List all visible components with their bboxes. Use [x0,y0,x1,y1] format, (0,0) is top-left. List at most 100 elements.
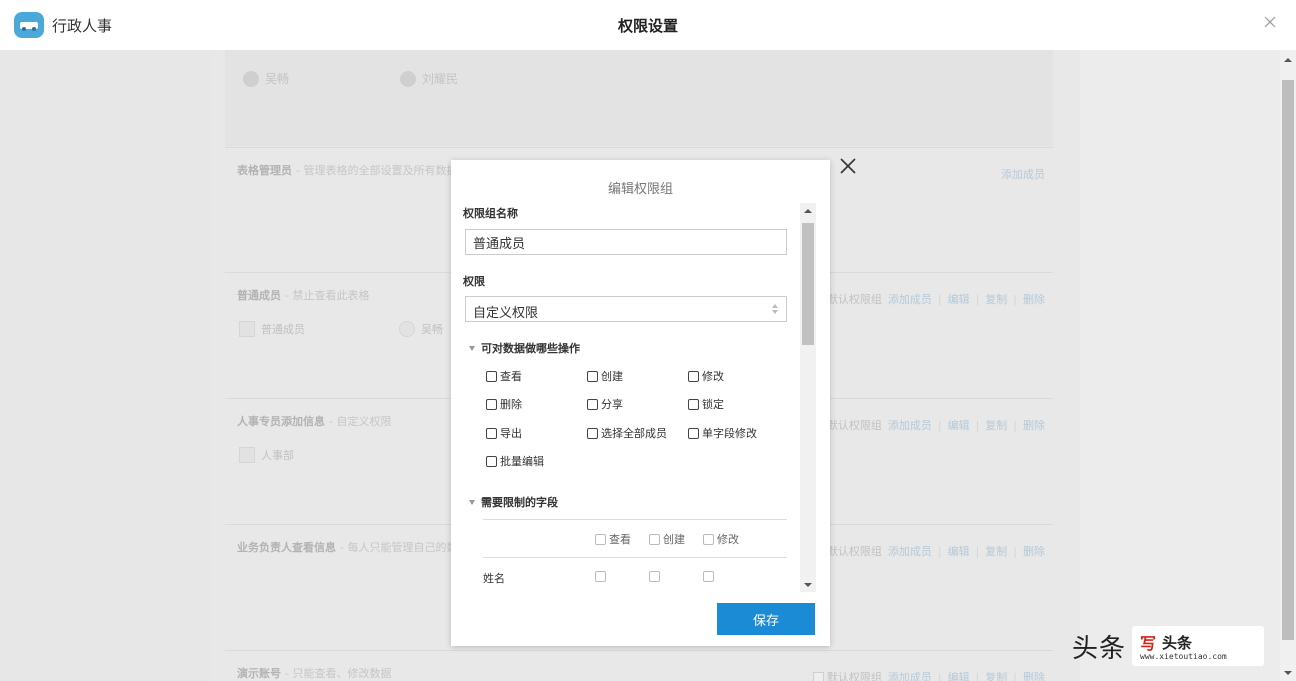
edit-link[interactable]: 编辑 [948,543,970,559]
delete-link[interactable]: 删除 [1023,543,1045,559]
dialog-title: 编辑权限组 [607,182,673,197]
avatar [400,70,416,87]
checkbox-label: 创建 [601,370,623,383]
scroll-thumb[interactable] [1282,80,1294,640]
delete-link[interactable]: 删除 [1023,291,1045,307]
edit-link[interactable]: 编辑 [948,669,970,681]
divider: | [1013,544,1017,558]
avatar [243,70,259,87]
group-desc: - 自定义权限 [329,415,392,428]
group-name-label: 权限组名称 [463,207,518,220]
group-heading: 人事专员添加信息 - 自定义权限 [237,413,391,429]
operations-section-toggle[interactable]: 可对数据做哪些操作 [469,340,580,356]
default-group-label: 默认权限组 [826,419,882,432]
scroll-thumb[interactable] [802,223,814,345]
watermark-site: www.xietoutiao.com [1140,652,1227,661]
divider [483,519,787,520]
checkbox-icon [688,370,699,382]
group-name-input[interactable] [465,229,787,255]
op-delete-checkbox[interactable]: 删除 [486,396,522,412]
member-icon [239,447,255,463]
member-strip: 吴畅 刘耀民 [225,50,1053,146]
op-single-field-edit-checkbox[interactable]: 单字段修改 [688,425,757,441]
op-lock-checkbox[interactable]: 锁定 [688,396,724,412]
group-member[interactable]: 人事部 [239,447,294,463]
group-actions: 默认权限组 添加成员 | 编辑 | 复制 | 删除 [812,417,1045,433]
add-member-link[interactable]: 添加成员 [888,543,932,559]
op-share-checkbox[interactable]: 分享 [587,396,623,412]
divider: | [1013,292,1017,306]
divider: | [937,544,942,558]
scroll-up-icon[interactable] [804,209,812,213]
column-header: 查看 [609,533,631,546]
add-member-link[interactable]: 添加成员 [888,417,932,433]
column-header: 创建 [663,533,685,546]
op-create-checkbox[interactable]: 创建 [587,368,623,384]
member-item[interactable]: 吴畅 [243,70,289,87]
group-member[interactable]: 吴畅 [399,321,443,337]
member-icon [239,321,255,337]
add-member-link[interactable]: 添加成员 [888,669,932,681]
group-desc: - 每人只能管理自己的数据 [340,541,469,554]
operations-section-title: 可对数据做哪些操作 [481,342,580,355]
watermark: 头条 写 头条 www.xietoutiao.com [1072,626,1265,666]
edit-link[interactable]: 编辑 [948,291,970,307]
scroll-down-icon[interactable] [1284,671,1292,675]
divider: | [975,670,980,681]
fields-section-toggle[interactable]: 需要限制的字段 [469,494,558,510]
copy-link[interactable]: 复制 [985,291,1007,307]
field-create-checkbox[interactable] [649,571,660,582]
member-name: 吴畅 [265,72,290,86]
group-name: 表格管理员 [237,164,292,177]
column-edit-checkbox[interactable]: 修改 [703,531,739,547]
checkbox-icon [486,398,497,410]
group-member[interactable]: 普通成员 [239,321,305,337]
group-actions: 默认权限组 添加成员 | 编辑 | 复制 | 删除 [812,291,1045,307]
delete-link[interactable]: 删除 [1023,669,1045,681]
member-item[interactable]: 刘耀民 [400,70,458,87]
checkbox-icon [587,398,598,410]
copy-link[interactable]: 复制 [985,543,1007,559]
edit-link[interactable]: 编辑 [948,417,970,433]
default-group-checkbox[interactable]: 默认权限组 [812,669,882,681]
field-permission-table: 查看 创建 修改 姓名 [483,519,787,593]
fields-section-title: 需要限制的字段 [481,496,558,509]
scroll-up-icon[interactable] [1284,58,1292,62]
permission-select[interactable]: 自定义权限 [465,296,787,322]
delete-link[interactable]: 删除 [1023,417,1045,433]
op-select-all-members-checkbox[interactable]: 选择全部成员 [587,425,667,441]
checkbox-label: 分享 [601,398,623,411]
scroll-down-icon[interactable] [804,583,812,587]
checkbox-icon [595,533,606,545]
close-icon[interactable] [838,156,858,176]
top-bar: 行政人事 权限设置 [0,0,1296,50]
caret-down-icon [469,499,475,505]
column-view-checkbox[interactable]: 查看 [595,531,631,547]
copy-link[interactable]: 复制 [985,417,1007,433]
dialog-body: 权限组名称 权限 自定义权限 可对数据做哪些操作 查看 创建 修改 删除 分享 … [463,203,799,593]
op-view-checkbox[interactable]: 查看 [486,368,522,384]
group-name: 演示账号 [237,667,281,680]
add-member-link[interactable]: 添加成员 [1001,166,1045,182]
checkbox-icon [703,533,714,545]
close-icon[interactable] [1262,14,1278,30]
divider [483,557,787,558]
field-view-checkbox[interactable] [595,571,606,582]
page-scrollbar[interactable] [1280,50,1296,681]
checkbox-icon [587,427,598,439]
checkbox-label: 查看 [500,370,522,383]
watermark-logo-icon: 写 [1140,634,1157,653]
op-batch-edit-checkbox[interactable]: 批量编辑 [486,453,544,469]
copy-link[interactable]: 复制 [985,669,1007,681]
op-export-checkbox[interactable]: 导出 [486,425,522,441]
op-edit-checkbox[interactable]: 修改 [688,368,724,384]
add-member-link[interactable]: 添加成员 [888,291,932,307]
page-title: 权限设置 [617,17,678,35]
dialog-scrollbar[interactable] [800,203,816,592]
field-edit-checkbox[interactable] [703,571,714,582]
checkbox-icon [486,455,497,467]
column-create-checkbox[interactable]: 创建 [649,531,685,547]
group-actions: 默认权限组 添加成员 | 编辑 | 复制 | 删除 [812,543,1045,559]
watermark-text: 头条 [1072,633,1127,664]
save-button[interactable]: 保存 [717,603,815,635]
